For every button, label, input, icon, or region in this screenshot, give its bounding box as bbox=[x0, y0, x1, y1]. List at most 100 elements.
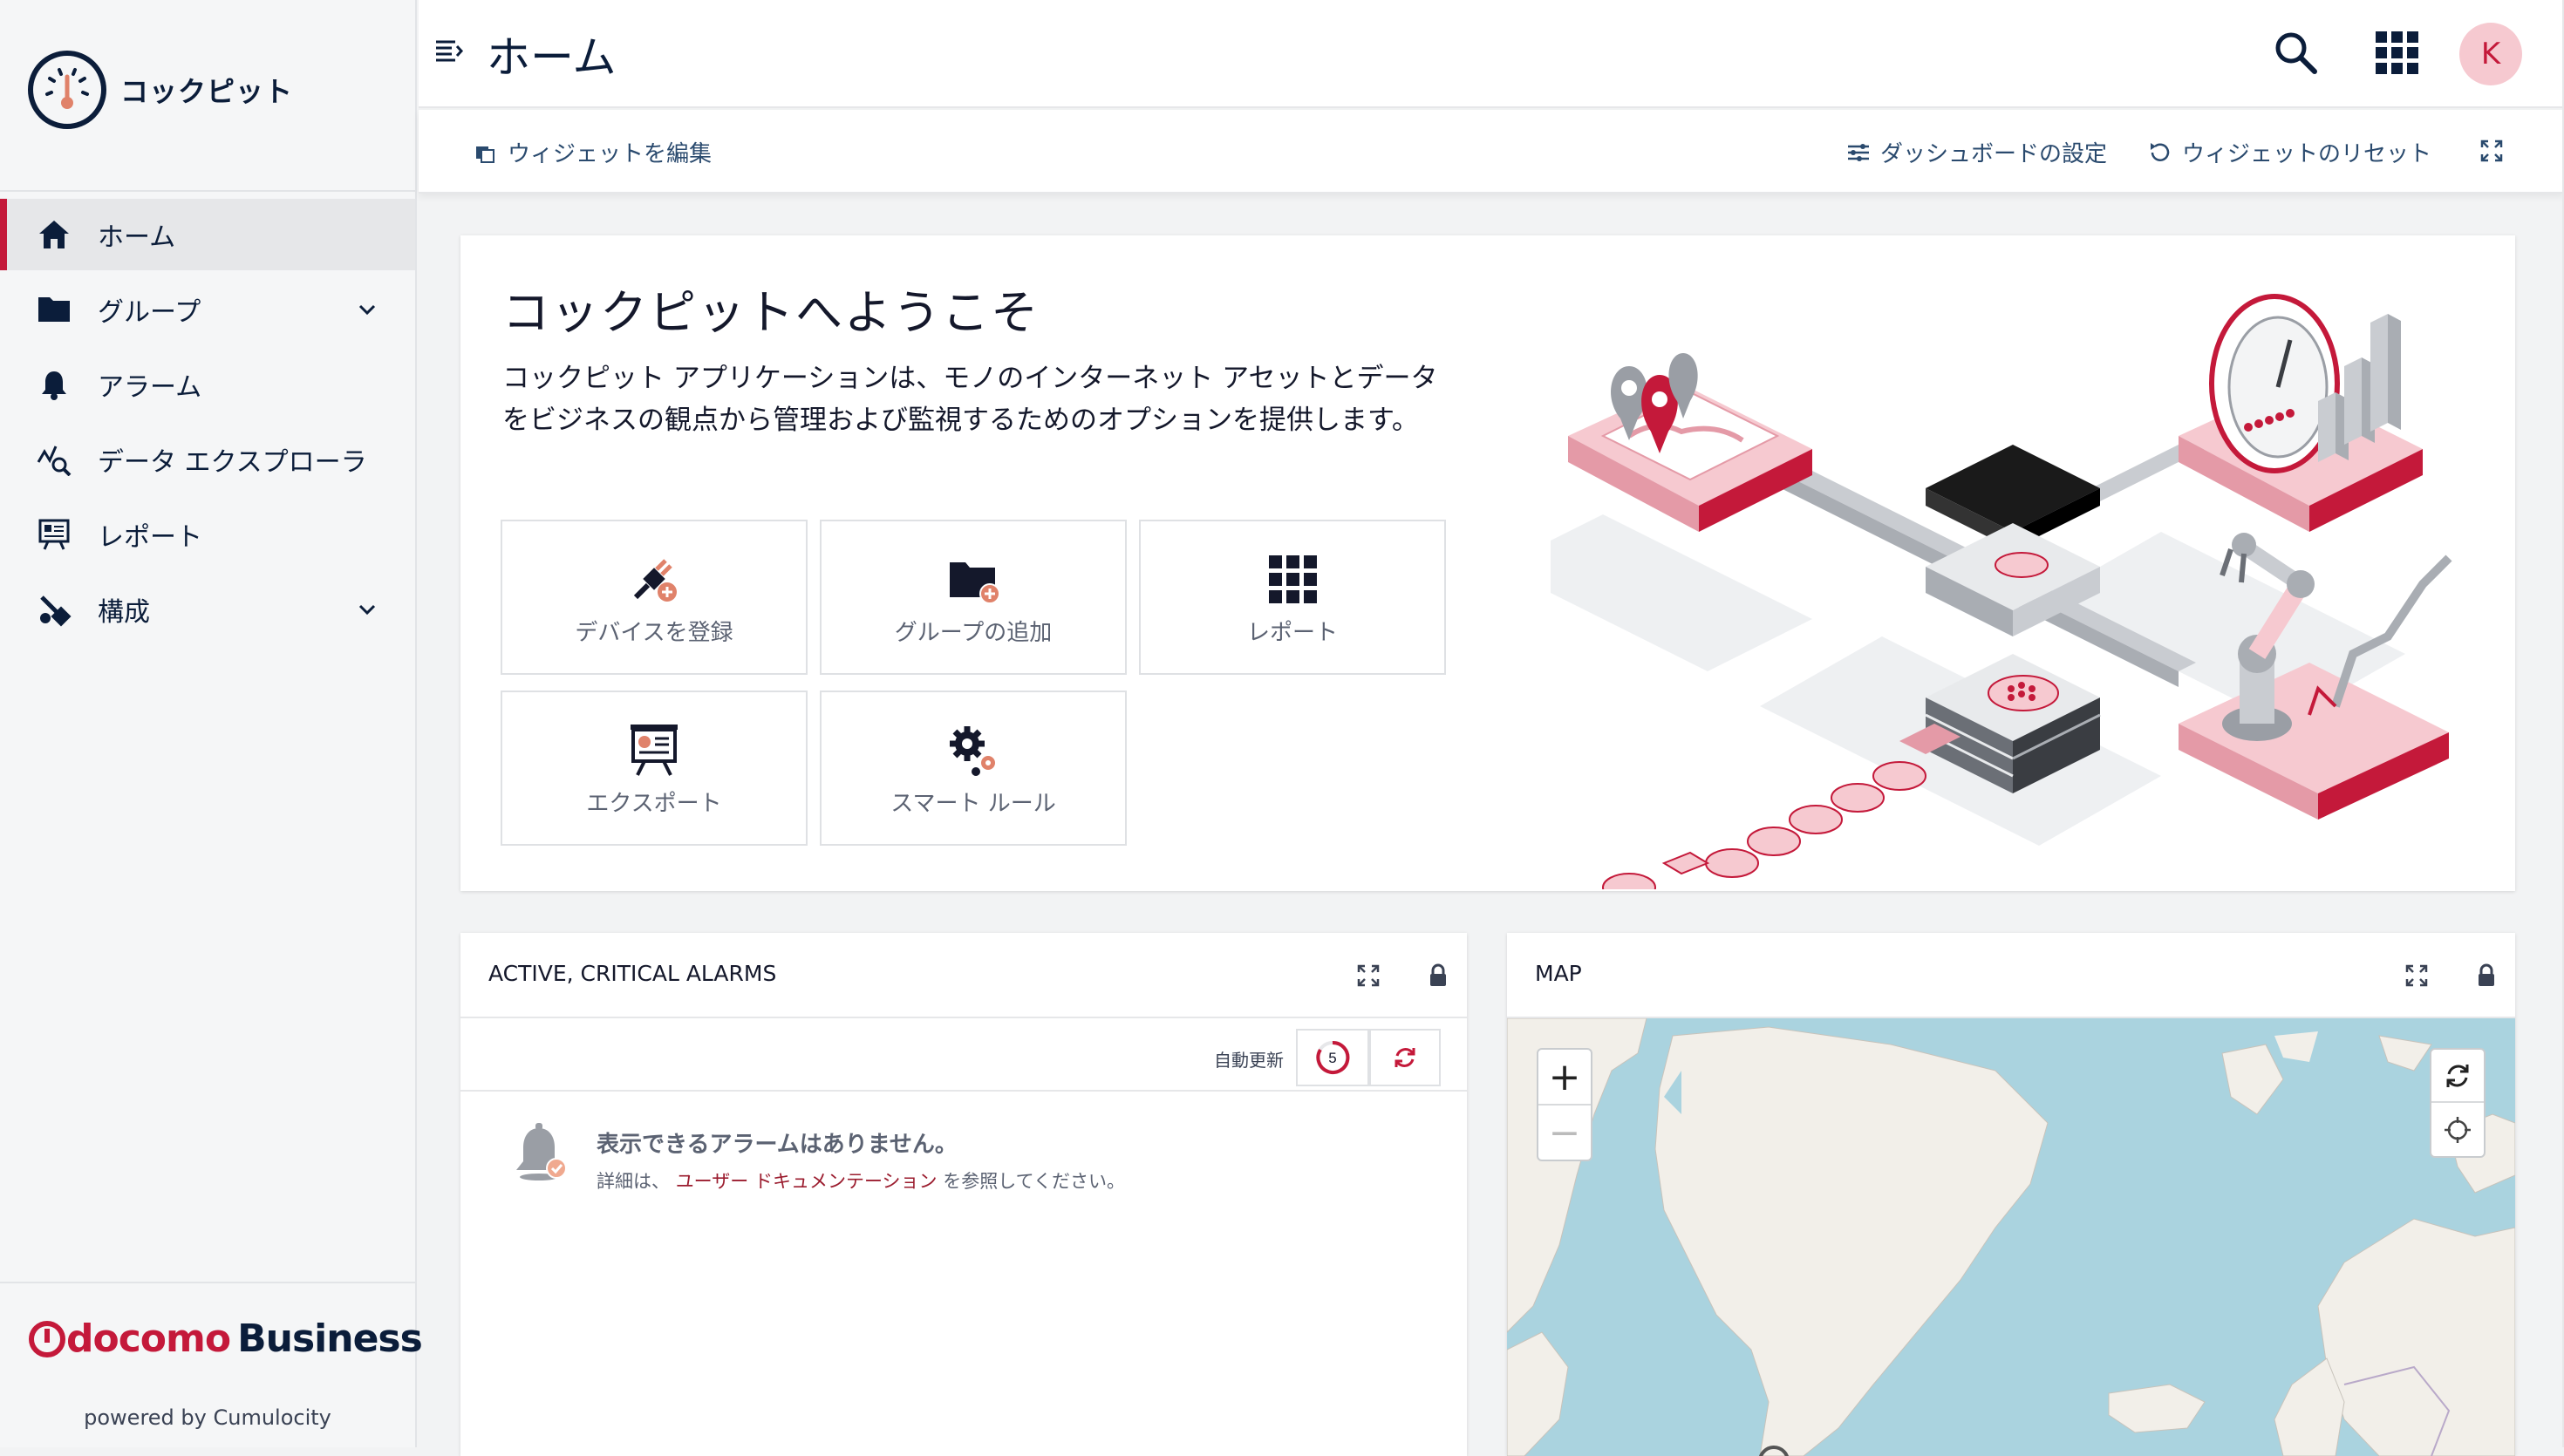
powered-by-text: powered by Cumulocity bbox=[84, 1405, 331, 1430]
auto-refresh-toggle[interactable]: 5 bbox=[1296, 1029, 1369, 1086]
cockpit-gauge-icon bbox=[28, 51, 106, 129]
sidebar: コックピット ホーム グループ アラーム データ エクスプローラ レポート 構成… bbox=[0, 0, 423, 1447]
welcome-title: コックピットへようこそ bbox=[502, 285, 1040, 340]
sidebar-item-label: レポート bbox=[98, 522, 202, 553]
add-group-icon bbox=[950, 561, 1000, 604]
reports-tile[interactable]: レポート bbox=[1139, 520, 1446, 675]
smart-rules-icon bbox=[950, 725, 995, 776]
dashboard-settings-button[interactable]: ダッシュボードの設定 bbox=[1845, 136, 2107, 168]
app-switcher-icon[interactable] bbox=[2370, 26, 2423, 78]
sidebar-item-label: データ エクスプローラ bbox=[98, 447, 367, 478]
smart-rules-tile[interactable]: スマート ルール bbox=[820, 691, 1127, 846]
refresh-icon bbox=[1395, 1048, 1415, 1067]
export-icon bbox=[631, 724, 678, 776]
user-avatar[interactable]: K bbox=[2459, 23, 2522, 85]
zoom-control: + − bbox=[1537, 1048, 1592, 1161]
sidebar-item-label: アラーム bbox=[98, 372, 202, 403]
auto-refresh-label: 自動更新 bbox=[1214, 1050, 1284, 1071]
sidebar-item-label: ホーム bbox=[98, 222, 176, 253]
sidebar-item-label: グループ bbox=[98, 297, 201, 328]
refresh-icon bbox=[2446, 1064, 2469, 1087]
map-locate-button[interactable] bbox=[2431, 1103, 2484, 1156]
reset-widgets-button[interactable]: ウィジェットのリセット bbox=[2147, 136, 2431, 168]
app-name: コックピット bbox=[120, 75, 294, 108]
register-device-tile[interactable]: デバイスを登録 bbox=[501, 520, 808, 675]
edit-widgets-label: ウィジェットを編集 bbox=[508, 141, 713, 167]
report-icon bbox=[37, 517, 72, 552]
hint-suffix: を参照してください。 bbox=[943, 1171, 1125, 1192]
widget-title: MAP bbox=[1535, 961, 1582, 986]
fullscreen-icon[interactable] bbox=[2479, 138, 2505, 164]
crosshair-icon bbox=[2445, 1116, 2471, 1143]
search-icon[interactable] bbox=[2269, 26, 2322, 78]
empty-alarms-hint: 詳細は、 ユーザー ドキュメンテーション を参照してください。 bbox=[597, 1167, 1125, 1194]
chevron-down-icon[interactable] bbox=[356, 298, 378, 321]
add-group-tile[interactable]: グループの追加 bbox=[820, 520, 1127, 675]
map-canvas[interactable]: + − bbox=[1507, 1018, 2515, 1456]
app-brand[interactable]: コックピット bbox=[26, 49, 293, 131]
business-wordmark: Business bbox=[237, 1317, 423, 1361]
map-tiles bbox=[1507, 1018, 2515, 1456]
grid-report-icon bbox=[1269, 555, 1317, 603]
home-icon bbox=[37, 217, 72, 252]
data-explorer-icon bbox=[37, 442, 72, 477]
bell-check-icon bbox=[516, 1123, 567, 1180]
configuration-icon bbox=[37, 592, 72, 627]
divider bbox=[0, 1282, 415, 1283]
edit-widgets-button[interactable]: ウィジェットを編集 bbox=[473, 136, 712, 168]
welcome-text: コックピット アプリケーションは、モノのインターネット アセットとデータ をビジ… bbox=[502, 363, 1438, 436]
widget-title: ACTIVE, CRITICAL ALARMS bbox=[488, 961, 777, 986]
iot-illustration bbox=[1551, 294, 2452, 889]
map-tools bbox=[2430, 1048, 2486, 1158]
tile-label: エクスポート bbox=[586, 790, 722, 817]
refresh-button[interactable] bbox=[1369, 1029, 1441, 1086]
expand-icon[interactable] bbox=[2404, 963, 2430, 989]
tile-label: グループの追加 bbox=[894, 619, 1053, 646]
register-device-icon bbox=[633, 558, 677, 602]
tile-label: デバイスを登録 bbox=[575, 619, 733, 646]
sliders-icon bbox=[1848, 143, 1869, 161]
lock-icon[interactable] bbox=[1425, 963, 1451, 989]
sidebar-item-reports[interactable]: レポート bbox=[0, 499, 415, 570]
reset-widgets-label: ウィジェットのリセット bbox=[2182, 141, 2432, 167]
sidebar-item-alarms[interactable]: アラーム bbox=[0, 349, 415, 420]
hint-prefix: 詳細は、 bbox=[597, 1171, 670, 1192]
bell-icon bbox=[37, 367, 72, 402]
sidebar-item-groups[interactable]: グループ bbox=[0, 274, 415, 345]
tile-label: レポート bbox=[1246, 619, 1338, 646]
tile-label: スマート ルール bbox=[890, 790, 1056, 817]
page-title: ホーム bbox=[487, 32, 617, 83]
sidebar-item-label: 構成 bbox=[98, 597, 150, 628]
export-tile[interactable]: エクスポート bbox=[501, 691, 808, 846]
divider bbox=[0, 190, 415, 192]
chevron-down-icon[interactable] bbox=[356, 598, 378, 621]
sidebar-nav: ホーム グループ アラーム データ エクスプローラ レポート 構成 bbox=[0, 199, 415, 649]
folder-icon bbox=[37, 292, 72, 327]
action-bar: ウィジェットを編集 ダッシュボードの設定 ウィジェットのリセット bbox=[419, 110, 2564, 194]
empty-alarms-title: 表示できるアラームはありません。 bbox=[597, 1132, 958, 1158]
zoom-out-button[interactable]: − bbox=[1538, 1106, 1591, 1160]
widget-header: ACTIVE, CRITICAL ALARMS bbox=[460, 933, 1467, 1018]
empty-alarms-state: 表示できるアラームはありません。 詳細は、 ユーザー ドキュメンテーション を参… bbox=[513, 1123, 1125, 1194]
sidebar-item-home[interactable]: ホーム bbox=[0, 199, 415, 270]
edit-widgets-icon bbox=[476, 146, 494, 163]
countdown-ring-icon: 5 bbox=[1316, 1040, 1350, 1074]
docomo-business-logo: docomo Business bbox=[28, 1317, 423, 1361]
sidebar-item-data-explorer[interactable]: データ エクスプローラ bbox=[0, 424, 415, 495]
widget-header: MAP bbox=[1507, 933, 2515, 1018]
zoom-in-button[interactable]: + bbox=[1538, 1050, 1591, 1106]
map-refresh-button[interactable] bbox=[2431, 1050, 2484, 1103]
sidebar-item-configuration[interactable]: 構成 bbox=[0, 574, 415, 645]
critical-alarms-widget: ACTIVE, CRITICAL ALARMS 自動更新 5 表示できるアラーム… bbox=[460, 933, 1467, 1456]
countdown-value: 5 bbox=[1328, 1050, 1336, 1066]
map-widget: MAP + − bbox=[1507, 933, 2515, 1456]
reset-icon bbox=[2151, 142, 2170, 161]
dashboard-settings-label: ダッシュボードの設定 bbox=[1880, 141, 2108, 167]
refresh-toolbar: 自動更新 5 bbox=[460, 1020, 1467, 1092]
menu-toggle-icon[interactable] bbox=[434, 37, 464, 66]
docomo-ring-icon bbox=[29, 1320, 65, 1357]
expand-icon[interactable] bbox=[1355, 963, 1381, 989]
top-bar: ホーム K bbox=[419, 0, 2564, 108]
lock-icon[interactable] bbox=[2473, 963, 2499, 989]
user-documentation-link[interactable]: ユーザー ドキュメンテーション bbox=[676, 1171, 938, 1192]
